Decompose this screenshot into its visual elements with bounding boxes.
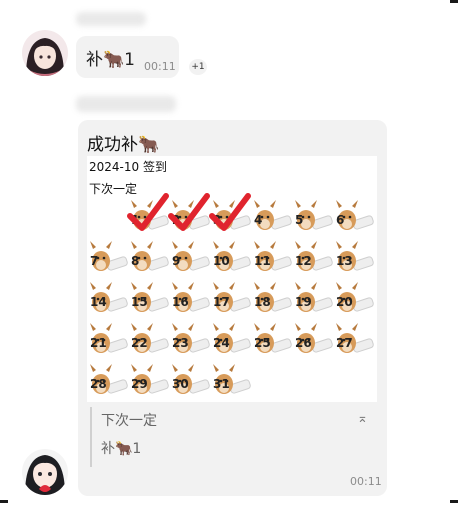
calendar-day: 10	[210, 237, 252, 277]
quote-line: 下次一定	[101, 413, 157, 429]
calendar-day: 3	[209, 193, 252, 236]
message-time: 00:11	[350, 475, 382, 488]
calendar-day: 31	[210, 360, 252, 400]
message-bubble[interactable]: 补🐂1 00:11	[76, 36, 179, 78]
calendar-day: 2	[168, 193, 211, 236]
calendar-day: 9	[169, 237, 211, 277]
calendar-day: 5	[292, 196, 334, 236]
calendar-day: 21	[87, 319, 129, 359]
day-number: 21	[90, 336, 107, 350]
day-number: 5	[295, 213, 304, 227]
calendar-day: 16	[169, 278, 211, 318]
day-number: 18	[254, 295, 271, 309]
checkmark-icon	[126, 190, 170, 238]
quote-line: 补🐂1	[101, 441, 142, 457]
sender-name-blurred	[76, 12, 146, 26]
calendar-day: 17	[210, 278, 252, 318]
calendar-day: 12	[292, 237, 334, 277]
message-time: 00:11	[144, 60, 176, 73]
day-number: 20	[336, 295, 353, 309]
day-number: 29	[131, 377, 148, 391]
day-number: 28	[90, 377, 107, 391]
day-number: 12	[295, 254, 312, 268]
calendar-day: 4	[251, 196, 293, 236]
calendar-day: 26	[292, 319, 334, 359]
calendar-day: 25	[251, 319, 293, 359]
message-bubble[interactable]: 成功补🐂 2024-10 签到 下次一定 1 2 3 4 5 6 7 8 9 10 11 12 13 14…	[78, 120, 387, 496]
window-edge-bottom-left	[0, 500, 8, 503]
calendar-day: 14	[87, 278, 129, 318]
calendar-day: 23	[169, 319, 211, 359]
avatar[interactable]	[22, 449, 68, 495]
day-number: 6	[336, 213, 345, 227]
calendar-day: 18	[251, 278, 293, 318]
day-number: 15	[131, 295, 148, 309]
day-number: 13	[336, 254, 353, 268]
day-number: 31	[213, 377, 230, 391]
calendar-day: 11	[251, 237, 293, 277]
sender-name-blurred	[76, 96, 176, 112]
checkin-calendar-image[interactable]: 2024-10 签到 下次一定 1 2 3 4 5 6 7 8 9 10 11 12 13 14 15 16 1…	[87, 156, 377, 402]
calendar-day: 22	[128, 319, 170, 359]
calendar-day: 6	[333, 196, 375, 236]
checkmark-icon	[167, 190, 211, 238]
day-number: 14	[90, 295, 107, 309]
calendar-day: 8	[128, 237, 170, 277]
day-number: 16	[172, 295, 189, 309]
day-number: 7	[90, 254, 99, 268]
calendar-day: 30	[169, 360, 211, 400]
calendar-day: 28	[87, 360, 129, 400]
calendar-day: 20	[333, 278, 375, 318]
calendar-day: 7	[87, 237, 129, 277]
day-number: 22	[131, 336, 148, 350]
day-number: 24	[213, 336, 230, 350]
calendar-day: 15	[128, 278, 170, 318]
message-text: 补🐂1	[86, 50, 135, 70]
day-number: 25	[254, 336, 271, 350]
calendar-day: 13	[333, 237, 375, 277]
calendar-day: 19	[292, 278, 334, 318]
calendar-day: 27	[333, 319, 375, 359]
calendar-header: 2024-10 签到	[89, 160, 167, 174]
calendar-day: 29	[128, 360, 170, 400]
calendar-day: 1	[127, 193, 170, 236]
day-number: 26	[295, 336, 312, 350]
day-number: 19	[295, 295, 312, 309]
checkmark-icon	[208, 190, 252, 238]
plus-one-reaction[interactable]: +1	[189, 59, 207, 75]
message-title: 成功补🐂	[87, 135, 160, 155]
day-number: 23	[172, 336, 189, 350]
calendar-day: 24	[210, 319, 252, 359]
window-edge-bottom-right	[450, 500, 458, 503]
day-number: 11	[254, 254, 271, 268]
window-edge-top-right	[450, 0, 458, 3]
day-number: 17	[213, 295, 230, 309]
day-number: 10	[213, 254, 230, 268]
avatar[interactable]	[22, 30, 68, 76]
day-number: 9	[172, 254, 181, 268]
day-number: 27	[336, 336, 353, 350]
quoted-message[interactable]: 下次一定 ⌅ 补🐂1	[90, 407, 374, 467]
collapse-icon[interactable]: ⌅	[357, 411, 368, 426]
day-number: 8	[131, 254, 140, 268]
day-number: 4	[254, 213, 263, 227]
day-number: 30	[172, 377, 189, 391]
